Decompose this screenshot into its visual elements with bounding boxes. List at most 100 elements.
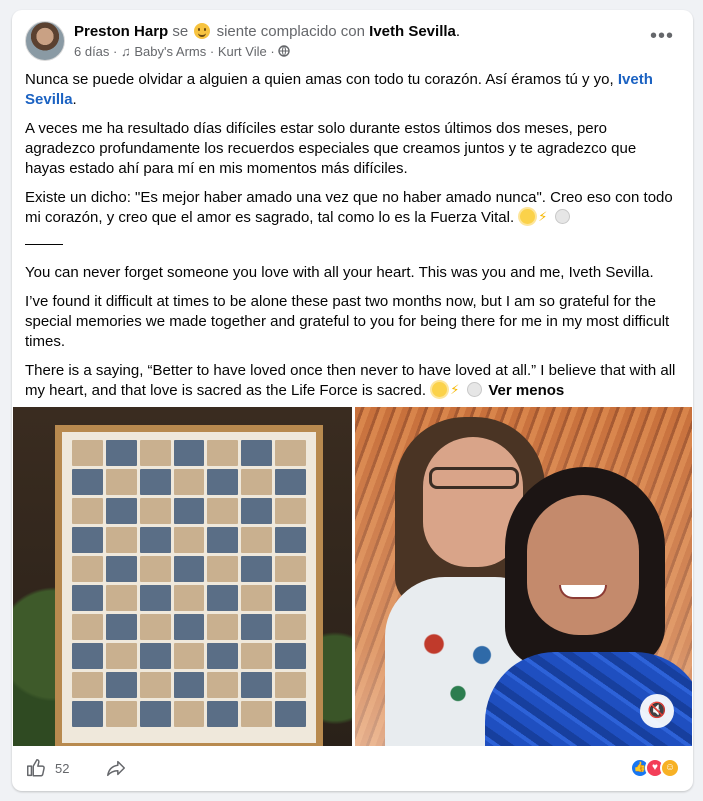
collage-photo-tile (173, 643, 205, 669)
post-media: 🔇 (13, 407, 692, 746)
collage-photo-tile (207, 440, 239, 466)
meta-separator: · (209, 44, 215, 59)
collage-photo-tile (207, 672, 239, 698)
collage-photo-tile (207, 469, 239, 495)
collage-photo-tile (173, 440, 205, 466)
music-note-icon: ♫ (121, 44, 131, 59)
collage-photo[interactable] (13, 407, 352, 746)
collage-photo-tile (173, 614, 205, 640)
collage-photo-tile (275, 469, 306, 495)
collage-photo-tile (139, 556, 171, 582)
collage-photo-tile (241, 614, 273, 640)
meta-separator: · (113, 44, 118, 59)
paragraph-es-1: Nunca se puede olvidar a alguien a quien… (25, 70, 680, 110)
see-less-link[interactable]: Ver menos (488, 382, 564, 399)
collage-photo-tile (139, 672, 171, 698)
collage-photo-tile (275, 556, 306, 582)
collage-photo-tile (139, 469, 171, 495)
paragraph-en-1: You can never forget someone you love wi… (25, 264, 654, 281)
collage-photo-tile (207, 614, 239, 640)
collage-photo-tile (173, 701, 205, 727)
care-reaction-icon: ☺ (660, 758, 680, 778)
collage-photo-tile (139, 701, 171, 727)
collage-photo-tile (72, 469, 103, 495)
sun-icon (520, 209, 536, 224)
text-divider (25, 244, 63, 245)
collage-photo-tile (207, 643, 239, 669)
post-meta: 6 días · ♫ Baby's Arms · Kurt Vile · (74, 44, 291, 59)
author-name[interactable]: Preston Harp (74, 23, 168, 40)
post-time[interactable]: 6 días (74, 44, 109, 59)
post-footer: 52 👍 ♥ ☺ (25, 754, 680, 782)
tagged-person[interactable]: Iveth Sevilla (369, 23, 456, 40)
moon-icon (555, 209, 571, 224)
thumbs-up-icon (27, 759, 45, 777)
feeling-text: siente complacido con (216, 23, 365, 40)
collage-photo-tile (139, 585, 171, 611)
music-artist[interactable]: Kurt Vile (218, 44, 267, 59)
collage-photo-tile (241, 498, 273, 524)
collage-photo-tile (275, 498, 306, 524)
collage-grid (72, 440, 306, 743)
collage-photo-tile (139, 440, 171, 466)
share-arrow-icon[interactable] (105, 757, 127, 779)
reaction-summary[interactable]: 👍 ♥ ☺ (630, 758, 680, 778)
author-avatar[interactable] (25, 21, 65, 61)
more-options-button[interactable]: ••• (644, 25, 680, 55)
collage-photo-tile (207, 527, 239, 553)
collage-photo-tile (105, 440, 137, 466)
collage-photo-tile (72, 643, 103, 669)
collage-photo-tile (105, 585, 137, 611)
paragraph-text: There is a saying, “Better to have loved… (25, 362, 676, 399)
collage-photo-tile (72, 672, 103, 698)
sun-icon (432, 382, 448, 397)
lightning-icon (450, 380, 463, 400)
collage-photo-tile (241, 556, 273, 582)
lightning-icon (538, 207, 551, 227)
collage-photo-tile (275, 585, 306, 611)
collage-photo-tile (207, 498, 239, 524)
woman-face (527, 495, 639, 635)
collage-photo-tile (105, 701, 137, 727)
collage-photo-tile (72, 527, 103, 553)
collage-photo-tile (173, 498, 205, 524)
collage-photo-tile (207, 701, 239, 727)
collage-photo-tile (105, 643, 137, 669)
collage-photo-tile (105, 527, 137, 553)
happy-face-icon (194, 23, 211, 39)
music-title[interactable]: Baby's Arms (134, 44, 206, 59)
collage-photo-tile (105, 672, 137, 698)
collage-photo-tile (105, 556, 137, 582)
collage-photo-tile (275, 672, 306, 698)
paragraph-es-3: Existe un dicho: "Es mejor haber amado u… (25, 188, 680, 228)
globe-icon[interactable] (278, 45, 291, 57)
collage-photo-tile (241, 585, 273, 611)
collage-photo-tile (241, 672, 273, 698)
like-count[interactable]: 52 (55, 761, 69, 776)
paragraph-es-2: A veces me ha resultado días difíciles e… (25, 120, 637, 177)
collage-photo-tile (241, 701, 273, 727)
like-button[interactable]: 52 (25, 754, 69, 782)
paragraph-en-3: There is a saying, “Better to have loved… (25, 361, 680, 401)
paragraph-tail: . (72, 91, 77, 108)
moon-icon (467, 382, 483, 397)
collage-photo-tile (275, 643, 306, 669)
collage-photo-tile (72, 614, 103, 640)
collage-photo-tile (207, 556, 239, 582)
collage-photo-tile (72, 440, 103, 466)
collage-photo-tile (139, 643, 171, 669)
smile (559, 585, 607, 599)
selfie-video[interactable]: 🔇 (355, 407, 692, 746)
collage-photo-tile (72, 556, 103, 582)
collage-photo-tile (139, 527, 171, 553)
paragraph-text: Existe un dicho: "Es mejor haber amado u… (25, 189, 673, 226)
paragraph-text: Nunca se puede olvidar a alguien a quien… (25, 71, 618, 88)
paragraph-en-2: I’ve found it difficult at times to be a… (25, 293, 670, 350)
collage-photo-tile (173, 469, 205, 495)
meta-separator: · (270, 44, 275, 59)
collage-photo-tile (275, 614, 306, 640)
speaker-muted-icon[interactable]: 🔇 (640, 694, 674, 728)
post-body: Nunca se puede olvidar a alguien a quien… (25, 70, 680, 410)
collage-photo-tile (275, 701, 306, 727)
collage-photo-tile (173, 527, 205, 553)
